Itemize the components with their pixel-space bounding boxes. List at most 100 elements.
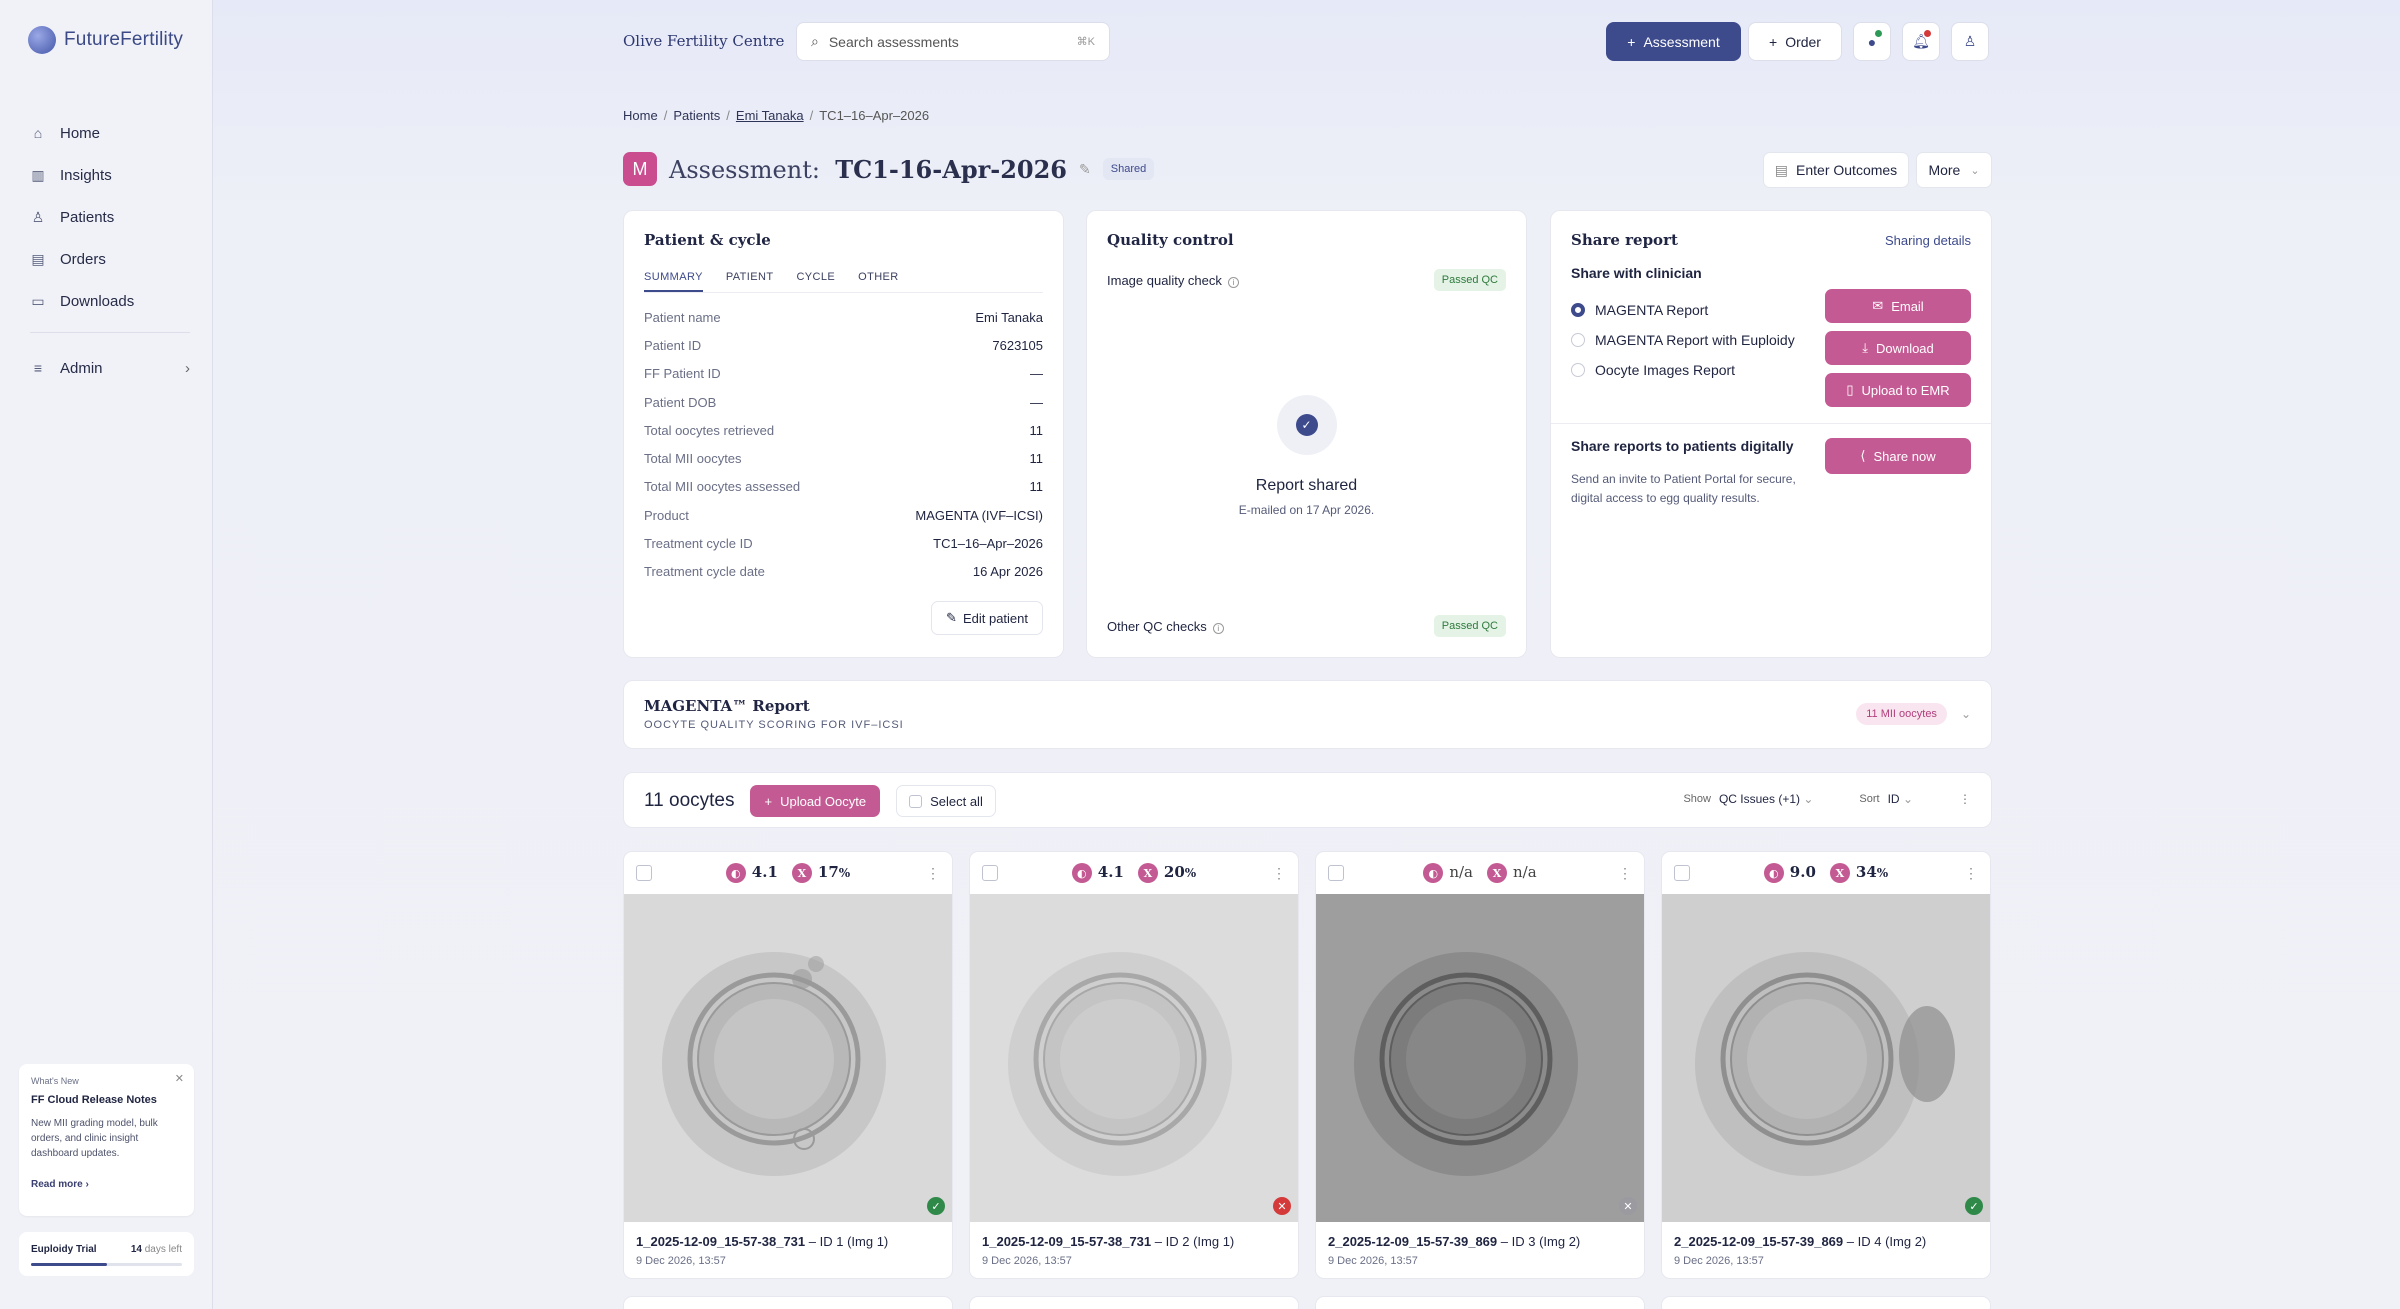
trial-days: 14 [130,1244,142,1255]
trial-days-suffix: days left [144,1244,182,1255]
sidebar-item-home[interactable]: ⌂ Home [30,112,190,154]
notification-dot [1924,30,1931,37]
other-qc-label: Other QC checks [1107,618,1207,634]
enter-outcomes-label: Enter Outcomes [1796,162,1898,178]
kebab-icon[interactable]: ⋮ [1964,865,1978,882]
chevron-down-icon: ⌄ [1970,164,1980,177]
summary-key: FF Patient ID [644,366,721,382]
report-option-magenta[interactable]: MAGENTA Report [1571,295,1825,325]
share-report-title: Share report [1571,231,1678,249]
share-clinician-heading: Share with clinician [1571,265,1702,281]
oocyte-checkbox[interactable] [1328,865,1344,881]
breadcrumb-patients[interactable]: Patients [673,108,720,123]
oocyte-image[interactable]: ✕ [970,894,1298,1222]
kebab-icon[interactable]: ⋮ [1618,865,1632,882]
share-now-button[interactable]: ⟨ Share now [1825,438,1971,474]
oocyte-card[interactable]: ◐ 4.1 X 20% ⋮ ✕ 1_2025-12-09_15-57-38_731 – ID… [969,851,1299,1279]
tab-other[interactable]: OTHER [858,271,899,292]
summary-value: 16 Apr 2026 [972,564,1043,580]
kebab-icon[interactable]: ⋮ [926,865,940,882]
chromosome-icon: X [1137,863,1158,884]
more-button[interactable]: More ⌄ [1916,152,1992,188]
oocyte-checkbox[interactable] [636,865,652,881]
oocyte-image[interactable]: ✓ [624,894,952,1222]
app-logo[interactable]: FutureFertility [28,26,183,54]
share-icon: ⟨ [1860,448,1866,463]
oocyte-image[interactable]: ✓ [1662,894,1990,1222]
radio[interactable] [1571,333,1585,347]
other-qc-status: Passed QC [1433,615,1506,637]
kebab-icon[interactable]: ⋮ [1272,865,1286,882]
trial-card[interactable]: Euploidy Trial 14 days left [19,1232,194,1276]
search-shortcut: ⌘K [1076,36,1095,48]
search-input[interactable]: ⌕ Search assessments ⌘K [796,22,1110,61]
sort-dropdown[interactable]: ID ⌄ [1888,792,1913,806]
tab-summary[interactable]: SUMMARY [644,271,703,292]
read-more-link[interactable]: Read more › [31,1179,182,1190]
report-option-label: Oocyte Images Report [1595,362,1736,378]
chat-notification-dot [1875,30,1882,37]
show-filter-dropdown[interactable]: QC Issues (+1) ⌄ [1719,792,1813,806]
radio-selected[interactable] [1571,303,1585,317]
chevron-down-icon: ⌄ [1902,792,1913,806]
new-order-button[interactable]: + Order [1748,22,1842,61]
checkbox[interactable] [909,794,923,808]
notifications-button[interactable]: 🔔︎ [1902,22,1940,61]
report-option-euploidy[interactable]: MAGENTA Report with Euploidy [1571,325,1825,355]
account-button[interactable]: ♙ [1951,22,1989,61]
magenta-score-value: 9.0 [1789,862,1816,881]
info-icon[interactable]: i [1227,276,1239,288]
new-assessment-button[interactable]: + Assessment [1606,22,1741,61]
patient-cycle-title: Patient & cycle [644,231,771,249]
tab-patient[interactable]: PATIENT [726,271,774,292]
summary-row: Total oocytes retrieved 11 [644,416,1043,444]
close-icon[interactable]: ✕ [175,1072,184,1085]
sidebar-item-downloads[interactable]: ▭ Downloads [30,280,190,322]
magenta-report-section[interactable]: MAGENTA™ Report OOCYTE QUALITY SCORING F… [623,680,1992,749]
breadcrumb-patient[interactable]: Emi Tanaka [736,108,804,123]
mail-icon: ✉ [1872,298,1884,313]
oocyte-card[interactable]: ◐ 9.0 X 34% ⋮ ✓ 2_2025-12-09_15-57-39_869 – ID… [1661,851,1991,1279]
summary-row: Total MII oocytes assessed 11 [644,473,1043,501]
euploidy-score: X 17% [791,863,850,884]
oocyte-checkbox[interactable] [1674,865,1690,881]
chevron-down-icon[interactable]: ⌄ [1961,707,1971,721]
breadcrumb-home[interactable]: Home [623,108,658,123]
summary-value: 11 [1029,422,1044,438]
summary-key: Product [644,507,689,523]
share-now-label: Share now [1873,448,1936,464]
chat-button[interactable]: ● [1853,22,1891,61]
edit-patient-button[interactable]: ✎ Edit patient [931,601,1043,635]
clinic-name[interactable]: Olive Fertility Centre [623,32,784,50]
kebab-icon[interactable]: ⋮ [1959,792,1971,806]
summary-value: — [1030,394,1043,410]
sidebar-item-patients[interactable]: ♙ Patients [30,196,190,238]
plus-icon: + [764,793,773,809]
upload-oocyte-label: Upload Oocyte [780,793,867,809]
qc-status-icon: ✓ [1965,1197,1983,1215]
magenta-score: ◐ 9.0 [1763,862,1816,884]
oocyte-date: 9 Dec 2026, 13:57 [636,1255,726,1267]
sidebar-item-orders[interactable]: ▤ Orders [30,238,190,280]
sidebar-item-admin[interactable]: ≡ Admin › [30,347,190,389]
edit-title-icon[interactable]: ✎ [1079,161,1091,178]
oocyte-filename: 1_2025-12-09_15-57-38_731 [982,1234,1152,1249]
info-icon[interactable]: i [1212,622,1224,634]
enter-outcomes-button[interactable]: ▤ Enter Outcomes [1763,152,1909,188]
oocyte-image[interactable]: ✕ [1316,894,1644,1222]
summary-value: Emi Tanaka [975,309,1043,325]
oocyte-checkbox[interactable] [982,865,998,881]
upload-oocyte-button[interactable]: + Upload Oocyte [750,785,881,817]
sidebar-item-label: Downloads [60,292,135,310]
upload-emr-button[interactable]: ▯ Upload to EMR [1825,373,1971,407]
select-all-checkbox[interactable]: Select all [896,785,996,817]
sharing-details-link[interactable]: Sharing details [1885,233,1971,248]
sidebar-item-insights[interactable]: ▥ Insights [30,154,190,196]
radio[interactable] [1571,363,1585,377]
oocyte-card[interactable]: ◐ n/a Xn/a ⋮ ✕ 2_2025-12-09_15-57-39_869 – ID… [1315,851,1645,1279]
tab-cycle[interactable]: CYCLE [796,271,835,292]
download-button[interactable]: ⤓ Download [1825,331,1971,365]
report-option-images[interactable]: Oocyte Images Report [1571,355,1825,385]
email-button[interactable]: ✉ Email [1825,289,1971,323]
oocyte-card[interactable]: ◐ 4.1 X 17% ⋮ ✓ 1_2025-12-09_15-57-38_731 – ID… [623,851,953,1279]
